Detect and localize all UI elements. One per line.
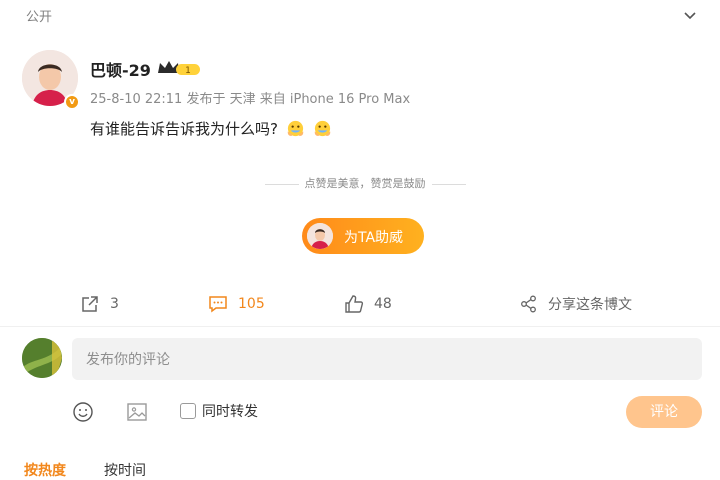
sort-by-hot-tab[interactable]: 按热度 xyxy=(24,460,66,480)
weibo-post-page: 公开 v 巴顿-29 1 25-8-10 22:11 发布于 天津 来自 iPh… xyxy=(0,0,720,480)
chevron-down-icon[interactable] xyxy=(682,7,698,23)
forward-label: 同时转发 xyxy=(202,404,258,420)
post-body: 有谁能告诉告诉我为什么吗? xyxy=(90,120,278,138)
comment-input[interactable]: 发布你的评论 xyxy=(72,338,702,380)
image-icon[interactable] xyxy=(126,401,148,423)
tip-button-label: 为TA助威 xyxy=(344,230,404,246)
post-text: 有谁能告诉告诉我为什么吗? xyxy=(90,118,332,139)
smile-icon[interactable] xyxy=(72,401,94,423)
comment-count: 105 xyxy=(238,296,265,312)
submit-comment-button[interactable]: 评论 xyxy=(626,396,702,428)
forward-checkbox[interactable] xyxy=(180,403,196,419)
share-button[interactable]: 分享这条博文 xyxy=(520,290,632,318)
current-user-avatar[interactable] xyxy=(22,338,62,378)
comment-button[interactable]: 105 xyxy=(208,290,265,318)
sort-by-time-tab[interactable]: 按时间 xyxy=(104,460,146,480)
divider-line xyxy=(264,183,299,185)
slogan-text: 点赞是美意，赞赏是鼓励 xyxy=(304,177,426,190)
tip-button[interactable]: 为TA助威 xyxy=(302,218,424,254)
verified-badge-icon: v xyxy=(64,94,80,110)
comment-toolbar: 同时转发 评论 xyxy=(0,396,720,428)
top-bar: 公开 xyxy=(0,0,720,34)
svg-text:1: 1 xyxy=(185,66,191,76)
action-bar: 3 105 48 分享这条博文 xyxy=(0,290,720,318)
like-icon xyxy=(345,295,364,313)
share-icon xyxy=(521,295,536,313)
tip-avatar xyxy=(307,223,333,249)
divider xyxy=(0,326,720,327)
repost-count: 3 xyxy=(110,296,119,312)
repost-icon xyxy=(82,296,98,312)
appreciation-slogan: 点赞是美意，赞赏是鼓励 xyxy=(240,175,490,191)
comment-icon xyxy=(209,296,227,313)
like-button[interactable]: 48 xyxy=(344,290,392,318)
repost-button[interactable]: 3 xyxy=(80,290,119,318)
visibility-label: 公开 xyxy=(26,10,53,25)
emoji-icon xyxy=(287,120,303,137)
emoji-icon xyxy=(314,120,330,137)
comment-placeholder: 发布你的评论 xyxy=(86,352,170,368)
vip-crown-icon[interactable]: 1 xyxy=(156,59,202,77)
sort-tabs: 按热度 按时间 xyxy=(0,456,720,480)
like-count: 48 xyxy=(374,296,392,312)
author-name[interactable]: 巴顿-29 xyxy=(90,57,151,81)
share-label: 分享这条博文 xyxy=(548,297,632,313)
divider-line xyxy=(431,183,466,185)
post-meta: 25-8-10 22:11 发布于 天津 来自 iPhone 16 Pro Ma… xyxy=(90,92,411,107)
